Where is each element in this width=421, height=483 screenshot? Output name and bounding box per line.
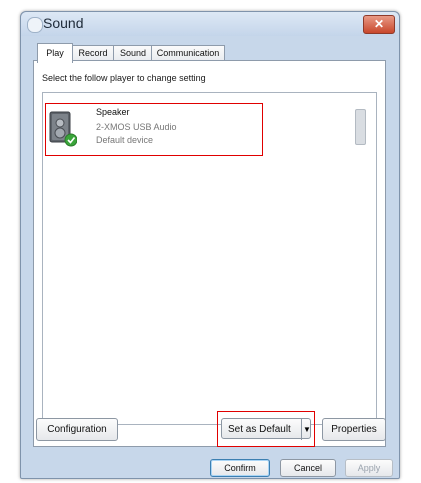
properties-button[interactable]: Properties [322, 418, 386, 441]
default-check-icon [64, 133, 77, 147]
close-button[interactable]: ✕ [363, 15, 395, 34]
device-name: Speaker [96, 107, 130, 117]
device-list[interactable]: Speaker 2-XMOS USB Audio Default device [42, 92, 377, 425]
scrollbar-thumb[interactable] [355, 109, 366, 145]
apply-button[interactable]: Apply [345, 459, 393, 477]
play-tab-panel: Select the follow player to change setti… [33, 60, 386, 447]
device-status: Default device [96, 135, 154, 145]
tab-record[interactable]: Record [71, 45, 115, 61]
confirm-button[interactable]: Confirm [210, 459, 270, 477]
instruction-text: Select the follow player to change setti… [42, 73, 206, 83]
tab-sound[interactable]: Sound [113, 45, 153, 61]
title-bar[interactable]: Sound ✕ [21, 12, 399, 36]
set-as-default-button[interactable]: Set as Default [221, 418, 311, 439]
set-as-default-label: Set as Default [228, 424, 291, 435]
sound-app-icon [27, 17, 43, 33]
tab-play[interactable]: Play [37, 43, 73, 63]
speaker-icon [49, 111, 77, 147]
window-title: Sound [43, 15, 84, 31]
device-item-speaker[interactable]: Speaker 2-XMOS USB Audio Default device [45, 103, 263, 156]
tab-communication[interactable]: Communication [151, 45, 225, 61]
configuration-button[interactable]: Configuration [36, 418, 118, 441]
set-default-dropdown-arrow[interactable]: ▼ [301, 419, 312, 440]
cancel-button[interactable]: Cancel [280, 459, 336, 477]
device-driver: 2-XMOS USB Audio [96, 122, 177, 132]
sound-dialog: Sound ✕ Play Record Sound Communication … [20, 11, 400, 479]
